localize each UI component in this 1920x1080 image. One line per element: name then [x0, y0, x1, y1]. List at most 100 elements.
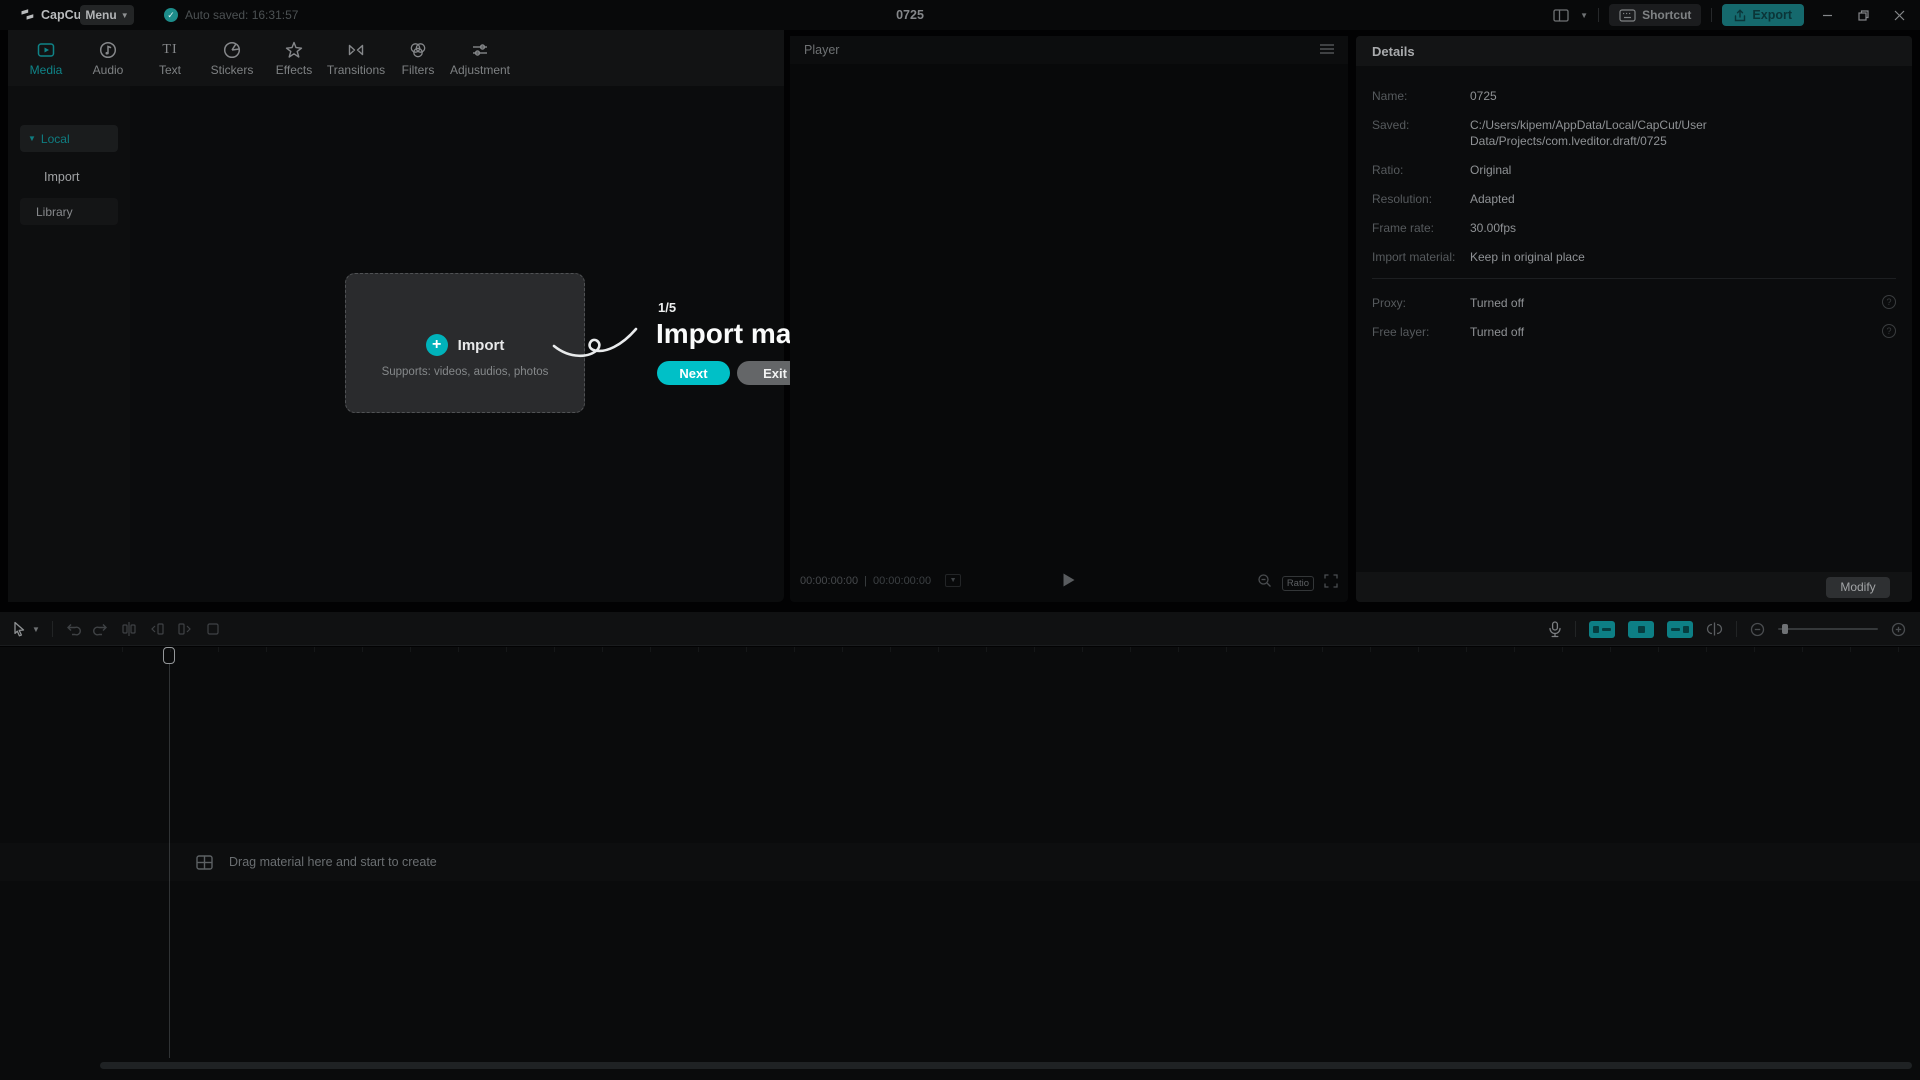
delete-right-button[interactable]	[177, 621, 193, 637]
capcut-window: CapCut Menu ▼ ✓ Auto saved: 16:31:57 072…	[0, 0, 1920, 1080]
toggle-glyph	[1683, 625, 1689, 633]
plus-icon: +	[425, 334, 448, 356]
toggle-glyph	[1638, 625, 1645, 633]
timeline-ruler	[122, 647, 1912, 652]
toggle-glyph	[1602, 627, 1611, 631]
tab-stickers[interactable]: Stickers	[202, 40, 262, 77]
frame-mode-dropdown[interactable]: ▼	[945, 574, 962, 587]
auto-snap-toggle[interactable]	[1628, 620, 1654, 638]
tab-filters[interactable]: Filters	[388, 40, 448, 77]
detail-label: Ratio:	[1372, 163, 1404, 177]
horizontal-scrollbar[interactable]	[100, 1062, 1912, 1069]
details-body: Name: 0725 Saved: C:/Users/kipem/AppData…	[1356, 66, 1912, 340]
sidebar-item-library[interactable]: Library	[20, 198, 118, 225]
keyboard-icon	[1619, 8, 1636, 22]
autosave-status: ✓ Auto saved: 16:31:57	[164, 8, 298, 22]
details-header: Details	[1356, 36, 1912, 66]
sidebar-item-import[interactable]: Import	[44, 167, 79, 187]
slider-handle[interactable]	[1782, 624, 1788, 634]
player-menu-icon[interactable]	[1320, 41, 1334, 59]
divider	[1372, 278, 1896, 279]
shortcut-button[interactable]: Shortcut	[1609, 4, 1702, 26]
chevron-down-icon: ▼	[120, 10, 129, 20]
record-voiceover-button[interactable]	[1548, 620, 1562, 638]
effects-icon	[284, 40, 304, 60]
main-track-magnet-toggle[interactable]	[1589, 620, 1615, 638]
info-icon[interactable]: ?	[1882, 295, 1896, 309]
detail-row-ratio: Ratio: Original	[1372, 162, 1896, 178]
detail-value: Original	[1470, 163, 1512, 177]
cursor-icon	[14, 621, 25, 637]
delete-button[interactable]	[205, 621, 221, 637]
capcut-logo-text: CapCut	[41, 7, 86, 22]
sidebar-item-local[interactable]: ▼ Local	[20, 125, 118, 152]
detail-value: Keep in original place	[1470, 250, 1585, 264]
chevron-down-icon: ▼	[28, 134, 36, 143]
timeline-tools-left: ▼	[12, 612, 221, 646]
media-icon	[36, 40, 56, 60]
tab-text[interactable]: TI Text	[140, 40, 200, 77]
layout-chevron-down-icon[interactable]: ▼	[1580, 11, 1588, 20]
media-sidebar: ▼ Local Import Library	[8, 86, 130, 602]
check-icon: ✓	[164, 8, 178, 22]
menu-button[interactable]: Menu ▼	[80, 5, 134, 25]
chevron-down-icon: ▼	[32, 624, 40, 634]
tab-label: Text	[158, 62, 181, 77]
tab-transitions[interactable]: Transitions	[326, 40, 386, 77]
tab-audio[interactable]: Audio	[78, 40, 138, 77]
restore-button[interactable]	[1850, 0, 1876, 30]
autosave-text: Auto saved: 16:31:57	[185, 8, 299, 22]
player-panel: Player 00:00:00:00 | 00:00:00:00 ▼ Ratio	[790, 36, 1348, 602]
tab-adjustment[interactable]: Adjustment	[450, 40, 510, 77]
stickers-icon	[222, 40, 242, 60]
minimize-button[interactable]	[1814, 0, 1840, 30]
media-clip-icon	[196, 854, 213, 870]
tab-label: Filters	[401, 62, 435, 77]
detail-row-framerate: Frame rate: 30.00fps	[1372, 220, 1896, 236]
redo-button[interactable]	[92, 621, 109, 637]
export-label: Export	[1752, 8, 1792, 22]
split-button[interactable]	[121, 621, 137, 637]
modify-button[interactable]: Modify	[1826, 576, 1890, 598]
detail-label: Saved:	[1372, 118, 1410, 132]
project-title: 0725	[896, 8, 924, 22]
next-button[interactable]: Next	[657, 361, 730, 385]
undo-button[interactable]	[65, 621, 81, 637]
info-icon[interactable]: ?	[1882, 324, 1896, 338]
tab-label: Adjustment	[449, 62, 511, 77]
timeline-area[interactable]: Drag material here and start to create	[0, 647, 1920, 1080]
detail-row-proxy: Proxy: Turned off ?	[1372, 295, 1896, 311]
adjustment-icon	[470, 40, 490, 60]
link-preview-toggle[interactable]	[1667, 620, 1693, 638]
zoom-out-icon[interactable]	[1750, 622, 1765, 637]
close-button[interactable]	[1886, 0, 1912, 30]
tab-effects[interactable]: Effects	[264, 40, 324, 77]
workspace-layout-icon[interactable]	[1553, 8, 1570, 23]
tab-media[interactable]: Media	[16, 40, 76, 77]
separator	[1575, 621, 1576, 637]
delete-left-button[interactable]	[149, 621, 165, 637]
separator	[1598, 8, 1600, 22]
separator	[1736, 621, 1737, 637]
timeline-hint-text: Drag material here and start to create	[229, 855, 437, 869]
shortcut-label: Shortcut	[1642, 8, 1692, 22]
timecode-current: 00:00:00:00	[800, 574, 859, 587]
capcut-logo-icon	[21, 9, 34, 20]
zoom-in-icon[interactable]	[1891, 622, 1906, 637]
details-title: Details	[1372, 43, 1415, 59]
export-button[interactable]: Export	[1722, 4, 1804, 26]
select-tool-button[interactable]: ▼	[12, 621, 40, 637]
fit-screen-icon[interactable]	[1257, 573, 1272, 593]
timeline-zoom-slider[interactable]	[1778, 624, 1878, 634]
playhead-handle[interactable]	[163, 647, 175, 664]
tutorial-arrow	[552, 327, 638, 358]
timeline-toolbar: ▼	[0, 612, 1920, 646]
player-controls: 00:00:00:00 | 00:00:00:00 ▼ Ratio	[790, 570, 1348, 594]
ratio-button[interactable]: Ratio	[1281, 575, 1314, 591]
timecode-display: 00:00:00:00 | 00:00:00:00 ▼	[800, 574, 962, 587]
empty-track-row[interactable]: Drag material here and start to create	[0, 843, 1920, 881]
capcut-logo: CapCut	[20, 7, 85, 22]
preview-axis-toggle[interactable]	[1706, 621, 1723, 637]
play-button[interactable]	[1062, 572, 1076, 593]
fullscreen-icon[interactable]	[1324, 573, 1338, 593]
